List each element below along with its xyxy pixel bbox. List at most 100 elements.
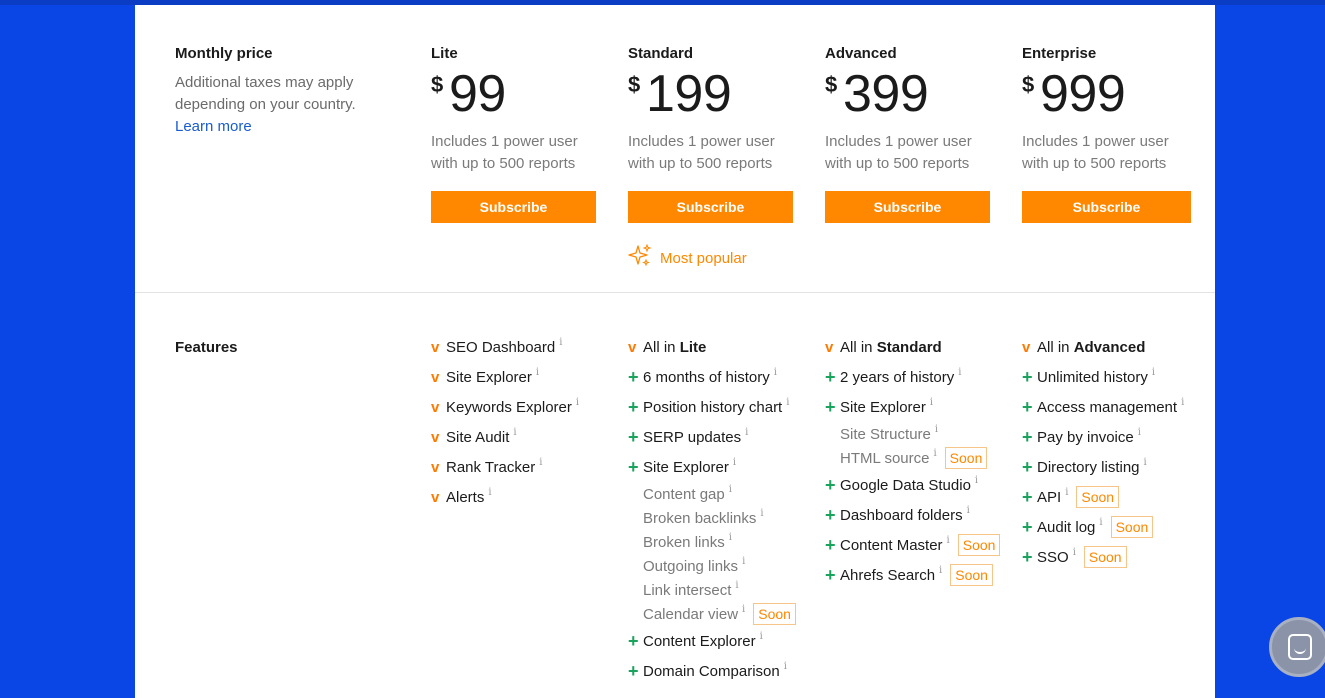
monthly-price-column: Monthly price Additional taxes may apply…: [175, 45, 385, 138]
feature-item: v SEO Dashboard i: [431, 332, 579, 362]
feature-item: v Rank Tracker i: [431, 452, 579, 482]
most-popular-badge: Most popular: [628, 243, 747, 272]
info-icon[interactable]: i: [958, 367, 961, 378]
info-icon[interactable]: i: [1138, 427, 1141, 438]
plan-includes: Includes 1 power user with up to 500 rep…: [431, 133, 578, 172]
subscribe-button-enterprise[interactable]: Subscribe: [1022, 191, 1191, 223]
feature-item: + Content Master i Soon: [825, 530, 1001, 560]
sub-feature-item: Broken links i: [628, 530, 796, 554]
feature-label: Content Explorer: [643, 632, 756, 650]
info-icon[interactable]: i: [536, 367, 539, 378]
feature-item: v Site Explorer i: [431, 362, 579, 392]
info-icon[interactable]: i: [513, 427, 516, 438]
info-icon[interactable]: i: [1073, 547, 1076, 558]
info-icon[interactable]: i: [933, 448, 936, 459]
plan-name: Lite: [431, 45, 458, 62]
feature-item: + Directory listing i: [1022, 452, 1184, 482]
advanced-features: v All in Standard +2 years of history i + S…: [825, 332, 1001, 590]
subscribe-button-standard[interactable]: Subscribe: [628, 191, 793, 223]
feature-label: SSO: [1037, 548, 1069, 566]
subscribe-button-advanced[interactable]: Subscribe: [825, 191, 990, 223]
subscribe-button-lite[interactable]: Subscribe: [431, 191, 596, 223]
info-icon[interactable]: i: [745, 427, 748, 438]
section-divider: [135, 292, 1215, 293]
price: $ 399: [825, 65, 995, 125]
info-icon[interactable]: i: [967, 505, 970, 516]
feature-label: Google Data Studio: [840, 476, 971, 494]
plan-advanced: Advanced $ 399 Includes 1 power user wit…: [825, 45, 995, 223]
info-icon[interactable]: i: [729, 532, 732, 543]
info-icon[interactable]: i: [1099, 517, 1102, 528]
learn-more-link[interactable]: Learn more: [175, 116, 385, 138]
feature-item: + Pay by invoice i: [1022, 422, 1184, 452]
feature-item: + Position history chart i: [628, 392, 796, 422]
info-icon[interactable]: i: [733, 457, 736, 468]
price-amount: 99: [449, 65, 506, 123]
soon-badge: Soon: [944, 447, 988, 469]
plus-icon: +: [628, 366, 639, 387]
feature-label: Ahrefs Search: [840, 566, 936, 584]
info-icon[interactable]: i: [760, 631, 763, 642]
check-icon: v: [431, 428, 440, 446]
feature-item: +6 months of history i: [628, 362, 796, 392]
check-icon: v: [431, 458, 440, 476]
soon-badge: Soon: [1076, 486, 1120, 508]
features-column: Features: [175, 339, 238, 356]
plus-icon: +: [1022, 486, 1033, 507]
feature-item: + Ahrefs Search i Soon: [825, 560, 1000, 590]
plus-icon: +: [825, 564, 836, 585]
sub-feature-item: Site Structure i: [825, 422, 1000, 446]
info-icon[interactable]: i: [735, 580, 738, 591]
sub-feature-label: Outgoing links: [643, 557, 739, 575]
info-icon[interactable]: i: [935, 424, 938, 435]
info-icon[interactable]: i: [1144, 457, 1147, 468]
sub-feature-label: Calendar view: [643, 605, 739, 623]
plus-icon: +: [825, 396, 836, 417]
chat-icon: [1288, 634, 1312, 660]
check-icon: v: [825, 338, 834, 356]
taxes-note: Additional taxes may apply depending on …: [175, 74, 356, 113]
info-icon[interactable]: i: [1152, 367, 1155, 378]
feature-label: Site Explorer: [643, 458, 729, 476]
plus-icon: +: [1022, 396, 1033, 417]
info-icon[interactable]: i: [786, 397, 789, 408]
plan-name: Enterprise: [1022, 45, 1097, 62]
plan-standard: Standard $ 199 Includes 1 power user wit…: [628, 45, 798, 223]
enterprise-features: v All in Advanced + Unlimited history i + Ac…: [1022, 332, 1184, 572]
info-icon[interactable]: i: [1065, 487, 1068, 498]
info-icon[interactable]: i: [930, 397, 933, 408]
feature-item: + API i Soon: [1022, 482, 1184, 512]
info-icon[interactable]: i: [742, 556, 745, 567]
feature-label: SERP updates: [643, 428, 742, 446]
info-icon[interactable]: i: [774, 367, 777, 378]
check-icon: v: [431, 398, 440, 416]
feature-label: Site Explorer: [446, 368, 532, 386]
sub-feature-item: Outgoing links i: [628, 554, 796, 578]
info-icon[interactable]: i: [975, 475, 978, 486]
chat-button[interactable]: [1269, 617, 1325, 677]
plus-icon: +: [628, 630, 639, 651]
info-icon[interactable]: i: [1181, 397, 1184, 408]
info-icon[interactable]: i: [488, 487, 491, 498]
feature-item: + Google Data Studio i: [825, 470, 1000, 500]
all-in-plan: Lite: [679, 338, 707, 356]
price: $ 99: [431, 65, 601, 125]
all-in-prefix: All in: [1037, 338, 1070, 356]
info-icon[interactable]: i: [947, 535, 950, 546]
plan-name: Standard: [628, 45, 694, 62]
info-icon[interactable]: i: [760, 508, 763, 519]
info-icon[interactable]: i: [559, 337, 562, 348]
sub-feature-item: Link intersect i: [628, 578, 796, 602]
info-icon[interactable]: i: [939, 565, 942, 576]
info-icon[interactable]: i: [576, 397, 579, 408]
all-in-plan: Advanced: [1073, 338, 1146, 356]
info-icon[interactable]: i: [742, 604, 745, 615]
plus-icon: +: [1022, 426, 1033, 447]
feature-item: + Site Explorer i: [628, 452, 796, 482]
feature-label: Site Explorer: [840, 398, 926, 416]
info-icon[interactable]: i: [729, 484, 732, 495]
info-icon[interactable]: i: [539, 457, 542, 468]
sparkle-icon: [628, 243, 652, 272]
info-icon[interactable]: i: [784, 661, 787, 672]
standard-features: v All in Lite +6 months of history i + Posi…: [628, 332, 796, 686]
